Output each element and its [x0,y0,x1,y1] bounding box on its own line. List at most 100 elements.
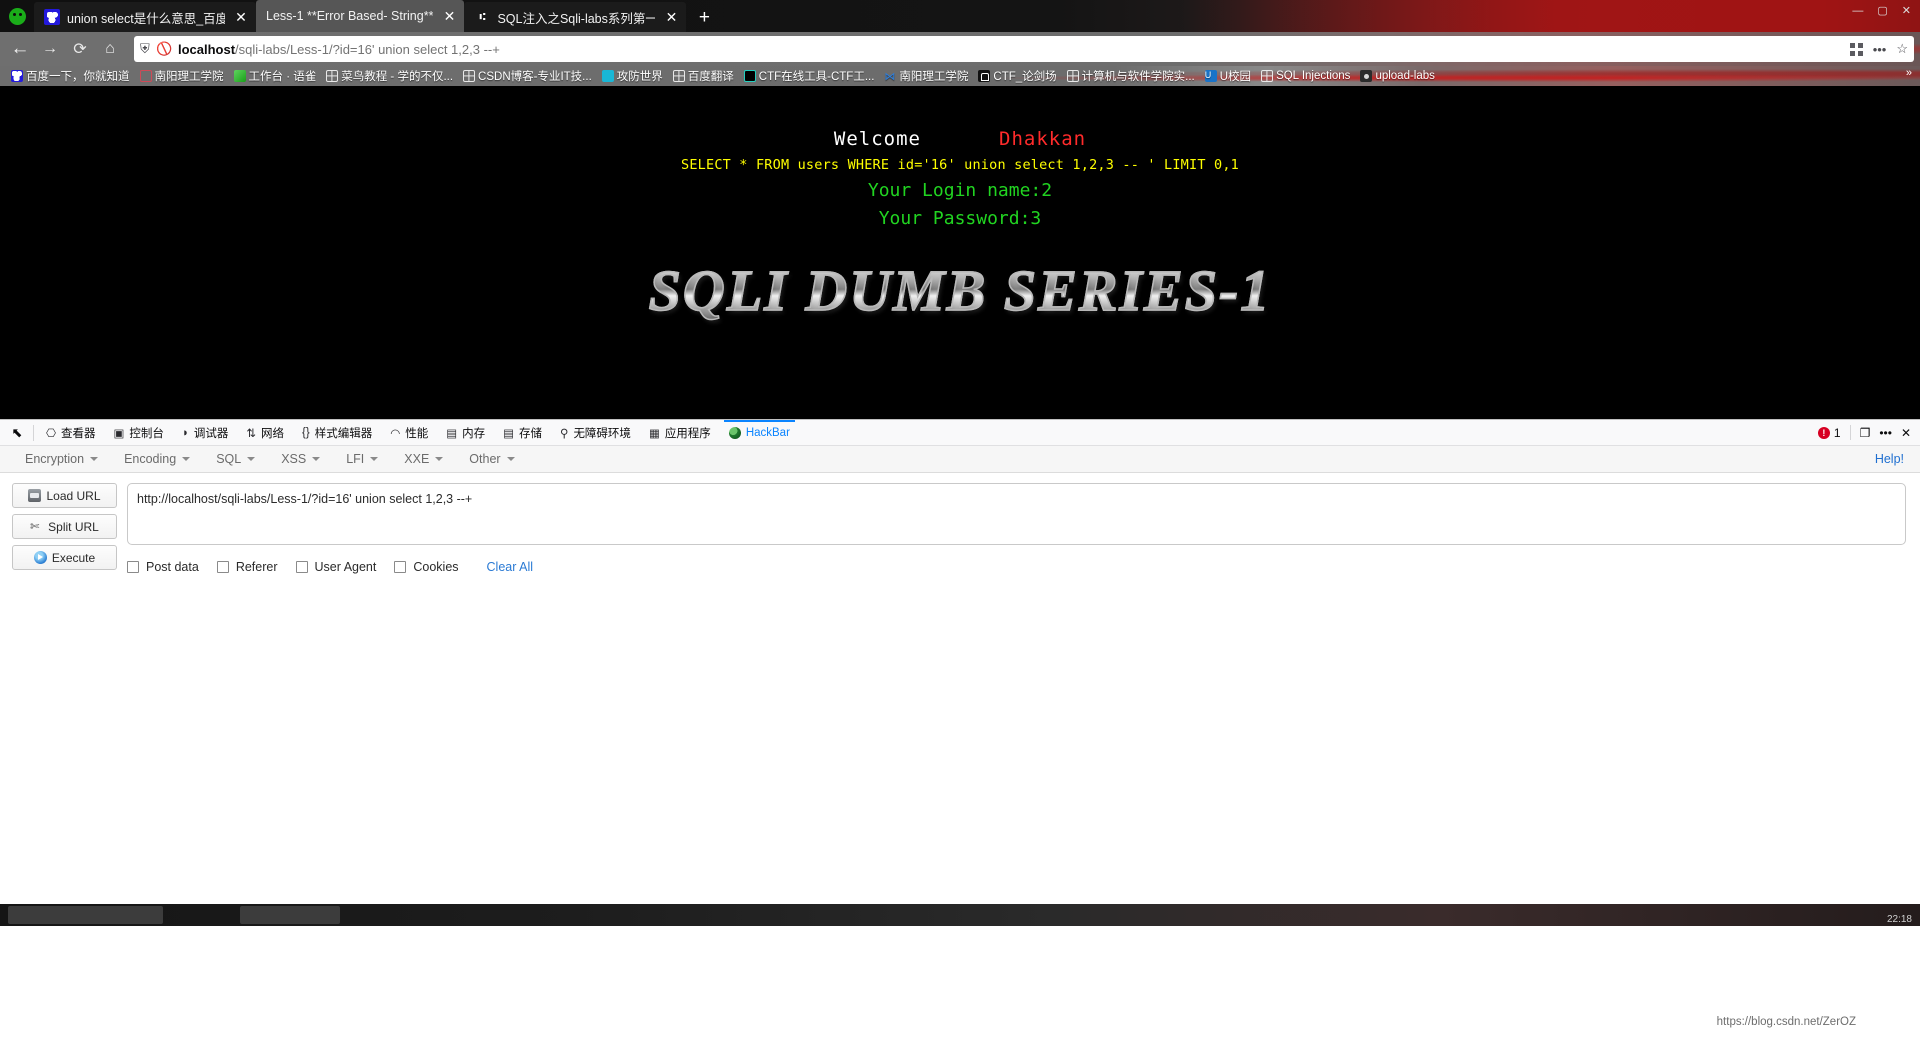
execute-icon [33,551,47,564]
checkbox-user-agent[interactable]: User Agent [295,560,377,574]
checkbox-label: Cookies [413,560,459,574]
taskbar-item[interactable] [8,906,163,924]
devtools-tab-application[interactable]: ▦ 应用程序 [640,420,720,445]
bookmark-item[interactable]: 工作台 · 语雀 [229,67,322,85]
hackbar-empty-area [0,574,1920,904]
devtools-tab-hackbar[interactable]: HackBar [720,420,799,445]
bookmark-item[interactable]: CTF在线工具-CTF工... [739,67,880,85]
checkbox-label: User Agent [314,560,377,574]
globe-icon [463,70,476,82]
checkbox-icon[interactable] [394,561,407,573]
checkbox-icon[interactable] [295,561,308,573]
hackbar-menu-xxe[interactable]: XXE [391,452,456,466]
devtools-tab-performance[interactable]: ◠ 性能 [381,420,437,445]
bookmark-item[interactable]: 百度一下，你就知道 [6,67,135,85]
tab-close-button[interactable]: ✕ [662,8,680,26]
bookmark-item[interactable]: 攻防世界 [597,67,668,85]
devtools-toolbar: ⬉ ⎔ 查看器 ▣ 控制台 ◗ 调试器 ⇅ 网络 {} 样式编辑器 ◠ 性能 ▤ 内存 ▤ 存储… [0,420,1920,446]
tab-title: SQL注入之Sqli-labs系列第一关 [497,11,656,26]
devtools-more-icon[interactable]: ••• [1879,426,1892,440]
chevron-down-icon [182,457,191,461]
bookmark-item[interactable]: 南阳理工学院 [135,67,229,85]
devtools-tab-storage[interactable]: ▤ 存储 [494,420,551,445]
bookmark-label: CTF在线工具-CTF工... [758,71,875,83]
url-text: localhost/sqli-labs/Less-1/?id=16' union… [178,42,500,57]
bookmark-label: 菜鸟教程 - 学的不仅... [341,71,454,83]
globe-icon [1066,70,1079,82]
devtools-tab-console[interactable]: ▣ 控制台 [105,420,173,445]
bookmark-item[interactable]: CSDN博客-专业IT技... [458,67,597,85]
element-picker-icon[interactable]: ⬉ [4,421,30,445]
split-url-button[interactable]: ✄ Split URL [12,514,117,539]
tab-label: 无障碍环境 [573,427,631,440]
bookmark-item[interactable]: ⋈ 南阳理工学院 [879,67,973,85]
devtools-tab-debugger[interactable]: ◗ 调试器 [173,420,237,445]
reload-button[interactable]: ⟳ [66,35,94,63]
back-button[interactable]: ← [6,35,34,63]
wechat-extension-button[interactable] [0,0,34,32]
bookmarks-bar: 百度一下，你就知道 南阳理工学院 工作台 · 语雀 菜鸟教程 - 学的不仅...… [0,66,1920,86]
minimize-button[interactable]: — [1847,3,1868,19]
noscript-icon[interactable]: 🚫 [154,39,174,60]
address-bar[interactable]: ⛨ 🚫 localhost/sqli-labs/Less-1/?id=16' u… [134,36,1914,62]
bookmark-item[interactable]: SQL Injections [1256,67,1355,85]
browser-tab-1[interactable]: Less-1 **Error Based- String** ✕ [256,0,465,32]
button-label: Load URL [46,488,101,503]
home-button[interactable]: ⌂ [96,35,124,63]
bookmarks-overflow-button[interactable]: » [1906,67,1912,79]
clear-all-link[interactable]: Clear All [487,560,534,574]
close-window-button[interactable]: ✕ [1897,2,1916,19]
tab-title: union select是什么意思_百度搜 [67,11,225,26]
hackbar-menu-encoding[interactable]: Encoding [111,452,203,466]
tab-close-button[interactable]: ✕ [440,7,458,25]
hackbar-options-row: Post data Referer User Agent Cookies Cle… [127,560,1906,574]
bookmark-item[interactable]: 百度翻译 [668,67,739,85]
tab-close-button[interactable]: ✕ [232,8,250,26]
qr-icon[interactable] [1849,42,1863,56]
devtools-tab-style-editor[interactable]: {} 样式编辑器 [293,420,381,445]
hackbar-menu-lfi[interactable]: LFI [333,452,391,466]
page-actions-icon[interactable]: ••• [1873,42,1887,57]
bookmark-item[interactable]: 计算机与软件学院实... [1062,67,1200,85]
execute-button[interactable]: Execute [12,545,117,570]
bookmark-item[interactable]: 菜鸟教程 - 学的不仅... [321,67,458,85]
checkbox-cookies[interactable]: Cookies [394,560,459,574]
devtools-close-icon[interactable]: ✕ [1901,426,1911,440]
error-count-badge[interactable]: ! 1 [1817,426,1841,440]
hackbar-menu-encryption[interactable]: Encryption [12,452,111,466]
responsive-design-icon[interactable]: ❐ [1860,426,1871,440]
devtools-tab-network[interactable]: ⇅ 网络 [237,420,293,445]
devtools-tab-memory[interactable]: ▤ 内存 [437,420,494,445]
hackbar-menu-other[interactable]: Other [456,452,527,466]
menu-label: XSS [281,452,307,466]
bookmark-item[interactable]: upload-labs [1355,67,1439,85]
bookmark-label: 计算机与软件学院实... [1081,71,1195,83]
hackbar-help-link[interactable]: Help! [1875,452,1920,466]
load-url-button[interactable]: Load URL [12,483,117,508]
shield-icon[interactable]: ⛨ [140,41,150,57]
blue-x-icon: ⋈ [884,71,896,83]
taskbar-item[interactable] [240,906,340,924]
forward-button[interactable]: → [36,35,64,63]
hackbar-url-input[interactable] [127,483,1906,545]
hackbar-menu-sql[interactable]: SQL [203,452,268,466]
maximize-button[interactable]: ▢ [1872,2,1892,19]
checkbox-icon[interactable] [127,561,139,573]
chevron-down-icon [247,457,256,461]
checkbox-icon[interactable] [216,561,229,573]
new-tab-button[interactable]: + [690,4,718,32]
devtools-tab-accessibility[interactable]: ⚲ 无障碍环境 [551,420,640,445]
bookmark-star-icon[interactable]: ☆ [1896,41,1908,57]
bookmark-item[interactable]: CTF_论剑场 [973,67,1061,85]
hackbar-menu-xss[interactable]: XSS [268,452,333,466]
bookmark-label: U校园 [1219,71,1252,83]
checkbox-referer[interactable]: Referer [216,560,278,574]
checkbox-post-data[interactable]: Post data [127,560,199,574]
browser-tab-0[interactable]: union select是什么意思_百度搜 ✕ [34,2,256,32]
devtools-tab-inspector[interactable]: ⎔ 查看器 [37,420,105,445]
bookmark-item[interactable]: U U校园 [1200,67,1256,85]
menu-label: Encryption [25,452,85,466]
browser-tab-2[interactable]: ⑆ SQL注入之Sqli-labs系列第一关 ✕ [464,2,687,32]
bookmark-label: 工作台 · 语雀 [248,71,317,83]
page-viewport: Welcome Dhakkan SELECT * FROM users WHERE… [0,86,1920,419]
